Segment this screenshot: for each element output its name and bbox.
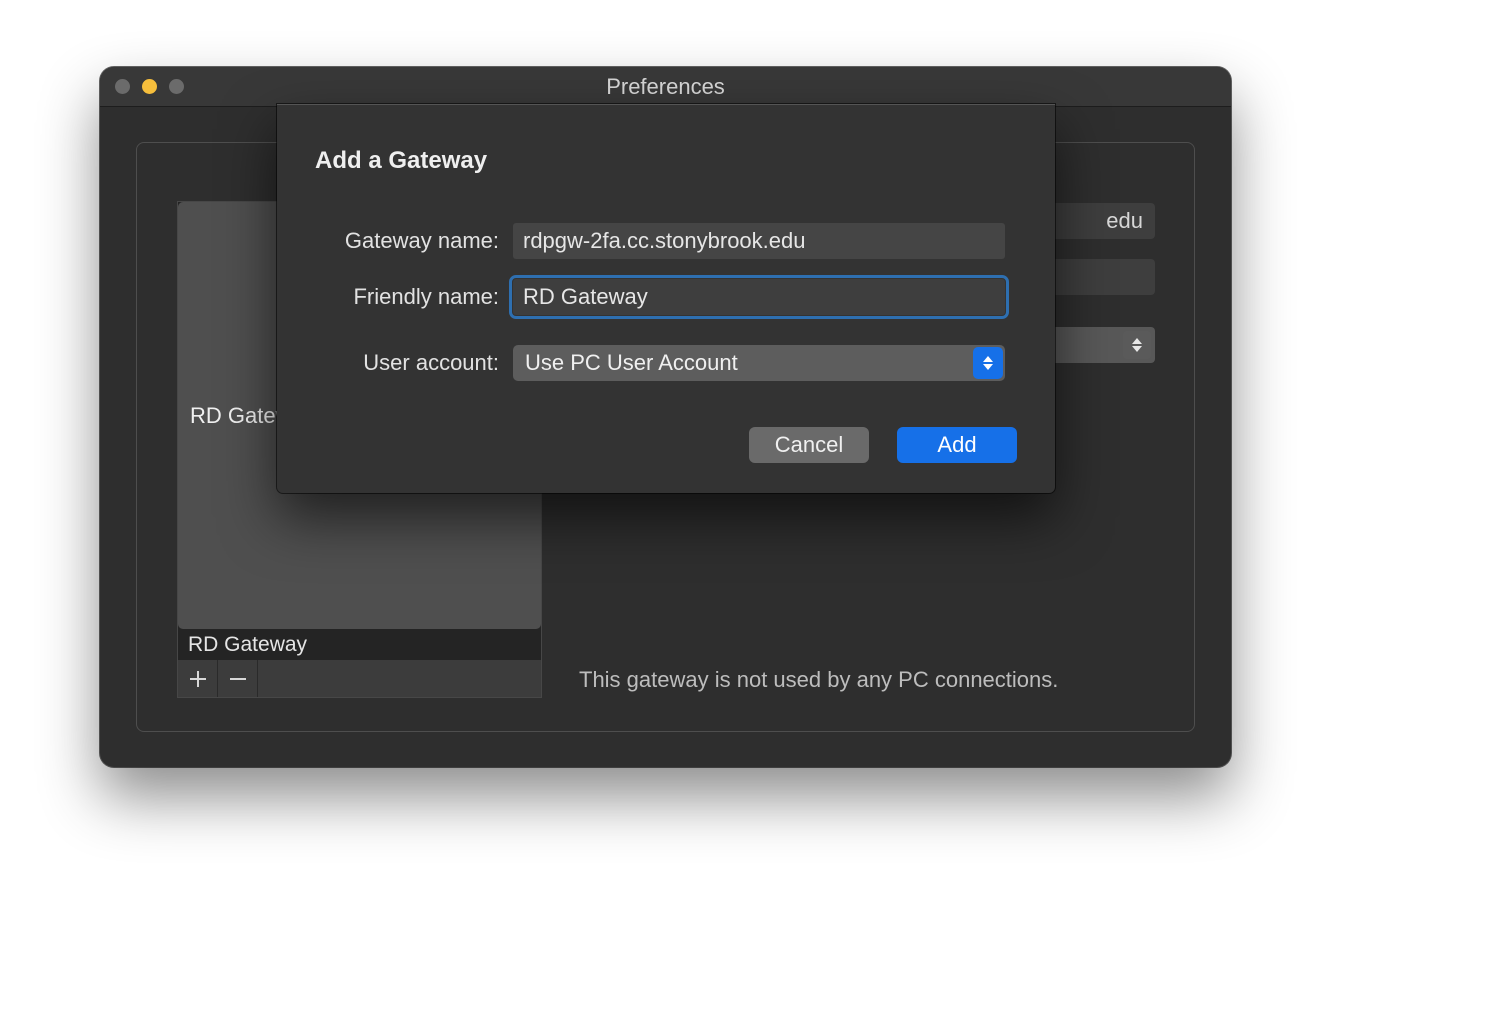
window-title: Preferences [100, 74, 1231, 100]
close-dot[interactable] [115, 79, 130, 94]
titlebar: Preferences [100, 67, 1231, 107]
minimize-dot[interactable] [142, 79, 157, 94]
add-button[interactable]: Add [897, 427, 1017, 463]
gateway-name-input[interactable] [513, 223, 1005, 259]
zoom-dot[interactable] [169, 79, 184, 94]
cancel-button[interactable]: Cancel [749, 427, 869, 463]
list-item[interactable]: RD Gateway [178, 629, 541, 660]
chevron-updown-icon [973, 347, 1003, 379]
add-gateway-sheet: Add a Gateway Gateway name: Friendly nam… [277, 104, 1055, 493]
chevron-updown-icon [1123, 331, 1151, 359]
list-toolbar [177, 660, 542, 698]
friendly-name-input[interactable] [513, 279, 1005, 315]
remove-gateway-button[interactable] [218, 660, 258, 697]
sheet-title: Add a Gateway [315, 147, 487, 175]
friendly-name-label: Friendly name: [313, 284, 513, 310]
user-account-value: Use PC User Account [525, 350, 738, 376]
user-account-label: User account: [313, 350, 513, 376]
window-controls [115, 79, 184, 94]
bg-server-text: edu [1106, 208, 1143, 234]
gateway-name-label: Gateway name: [313, 228, 513, 254]
user-account-select[interactable]: Use PC User Account [513, 345, 1005, 381]
status-text: This gateway is not used by any PC conne… [579, 667, 1058, 693]
add-gateway-button[interactable] [178, 660, 218, 697]
